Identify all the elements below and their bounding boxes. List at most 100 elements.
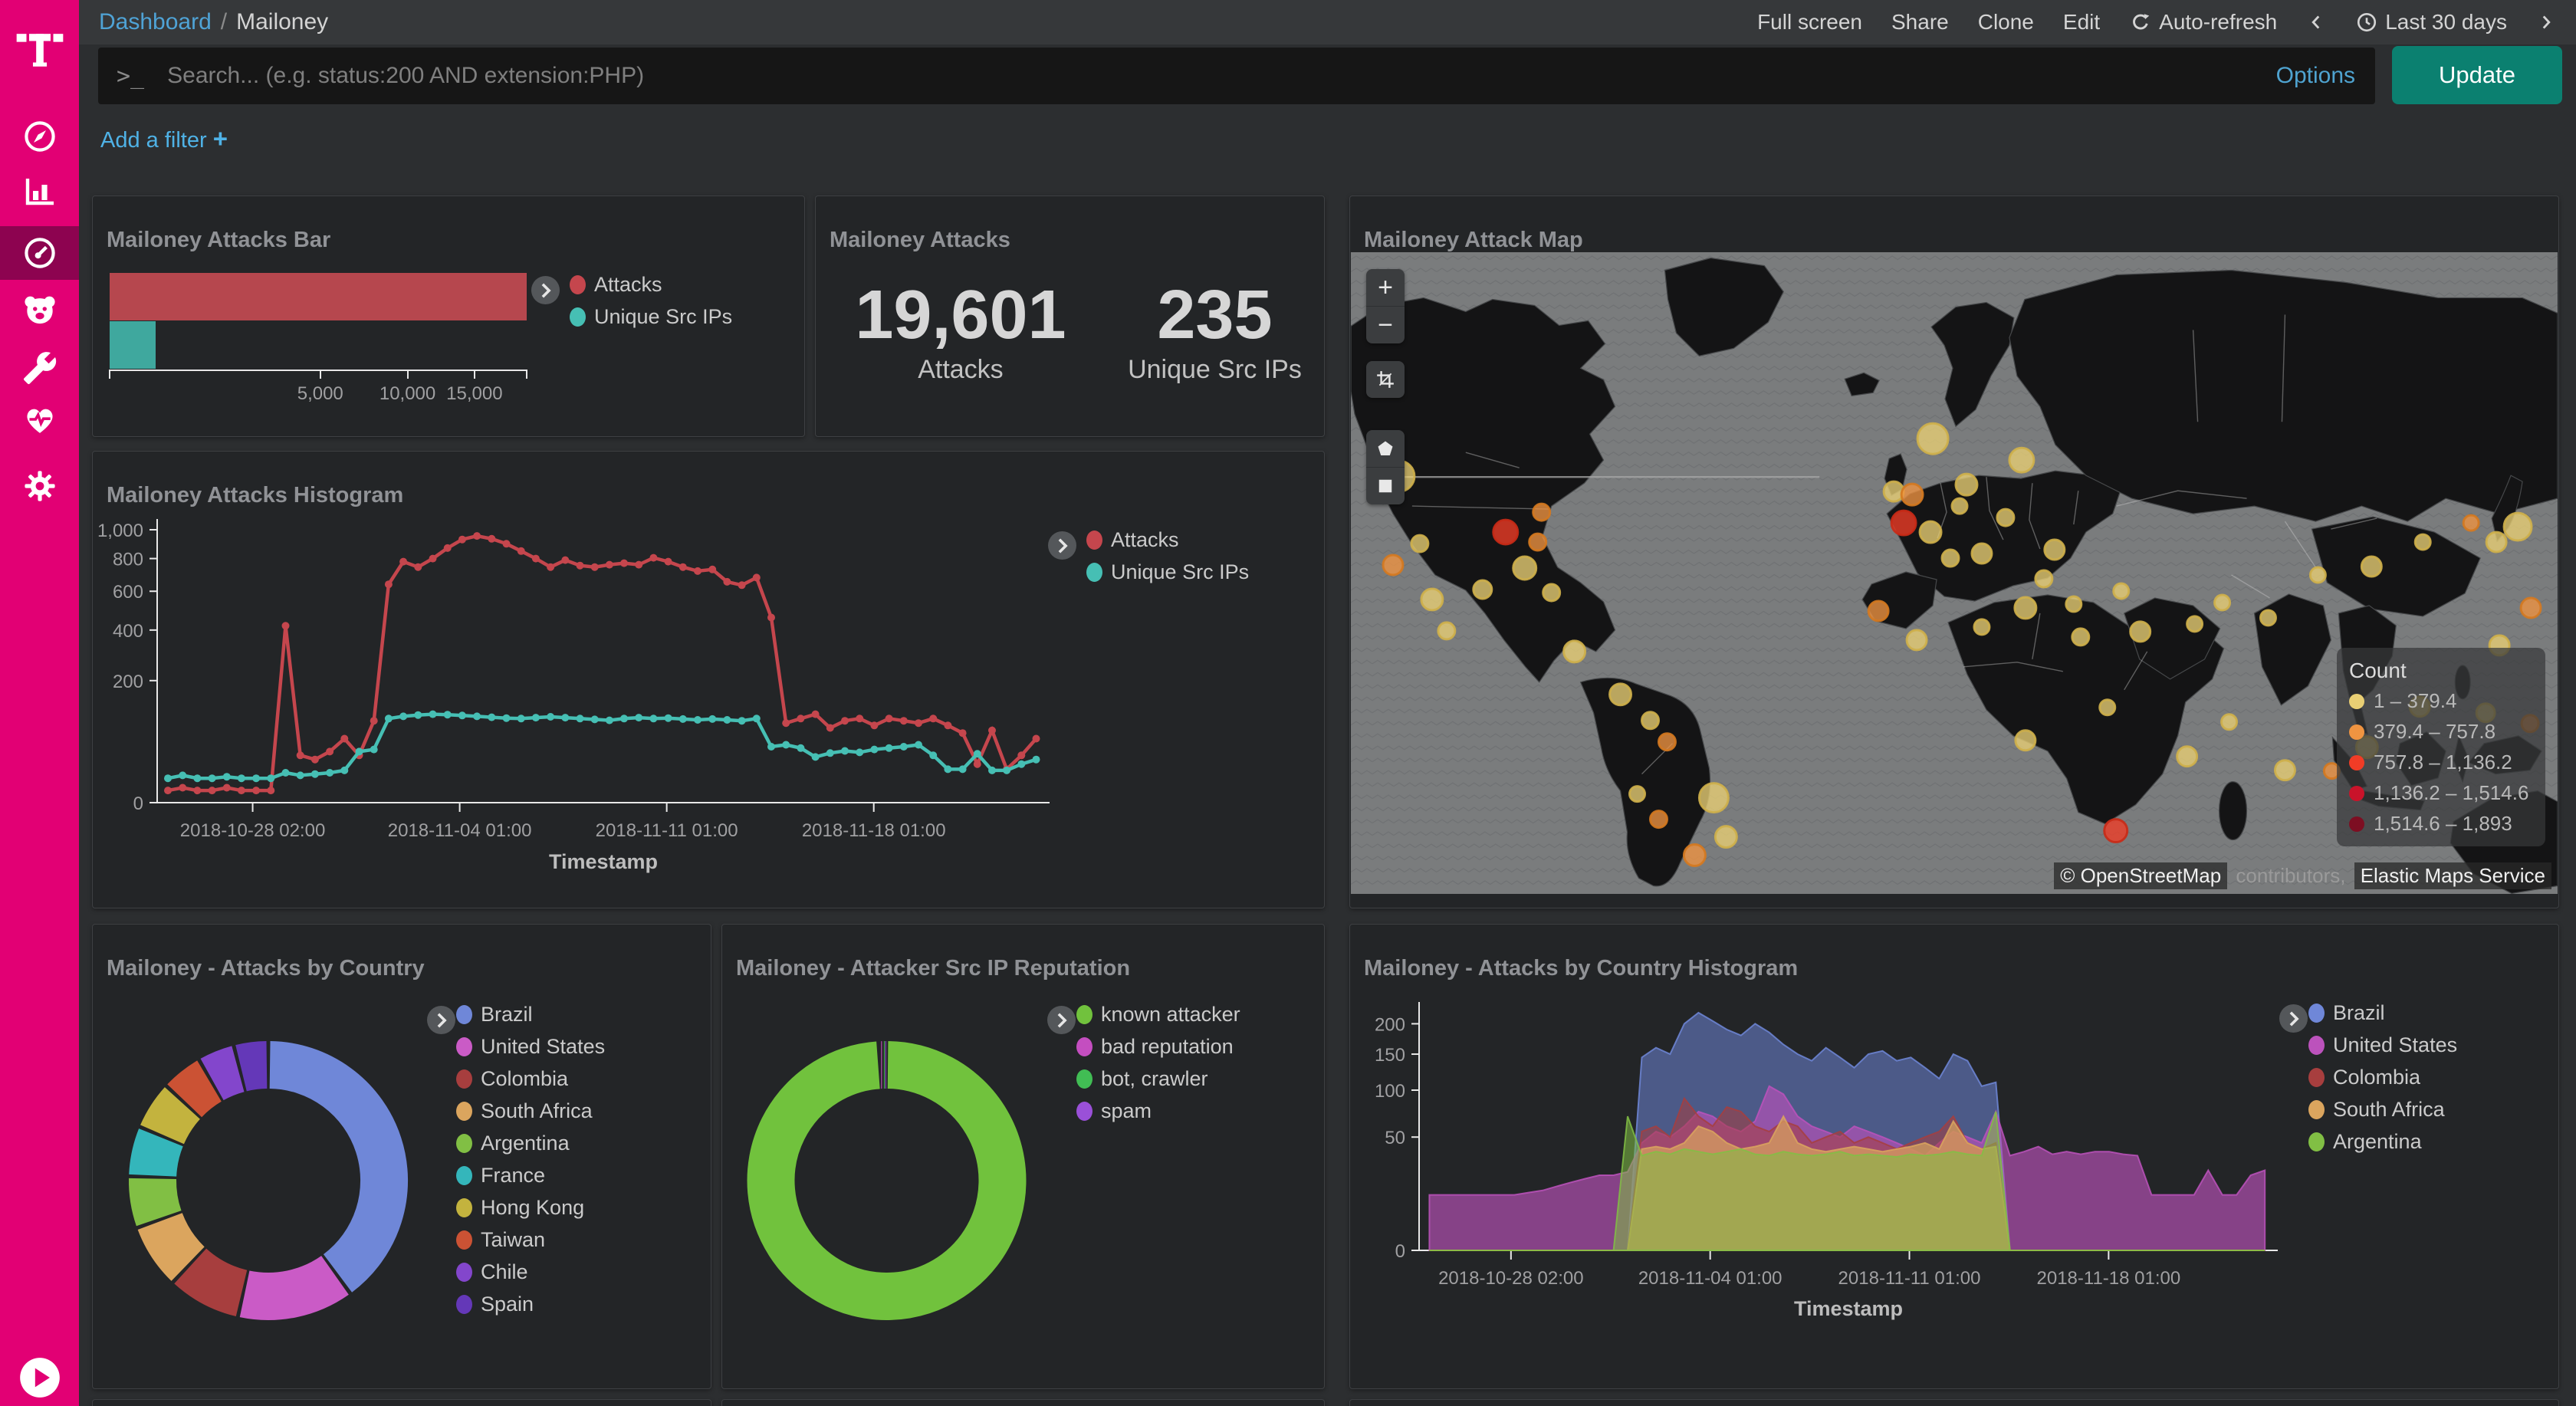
attack-circle[interactable] xyxy=(2486,532,2506,552)
legend-item-taiwan[interactable]: Taiwan xyxy=(456,1228,605,1252)
legend-expand-icon[interactable] xyxy=(2279,1004,2308,1033)
attack-circle[interactable] xyxy=(2187,616,2203,632)
attack-circle[interactable] xyxy=(1891,511,1916,535)
attack-circle[interactable] xyxy=(1715,826,1737,848)
zoom-out-button[interactable]: − xyxy=(1366,306,1405,343)
zoom-in-button[interactable]: + xyxy=(1366,269,1405,306)
slice-france[interactable] xyxy=(153,1138,161,1176)
attack-circle[interactable] xyxy=(1658,734,1675,751)
add-filter-button[interactable]: Add a filter + xyxy=(100,124,228,153)
slice-united-states[interactable] xyxy=(245,1275,335,1296)
bar-attacks[interactable] xyxy=(110,273,527,320)
telekom-logo[interactable] xyxy=(0,11,79,77)
attack-circle[interactable] xyxy=(1411,535,1428,552)
fullscreen-button[interactable]: Full screen xyxy=(1757,10,1862,34)
legend-item-known-attacker[interactable]: known attacker xyxy=(1076,1003,1240,1027)
legend-item-spain[interactable]: Spain xyxy=(456,1293,605,1316)
legend-item-brazil[interactable]: Brazil xyxy=(456,1003,605,1027)
attack-circle[interactable] xyxy=(1917,423,1948,454)
auto-refresh-button[interactable]: Auto-refresh xyxy=(2129,10,2277,34)
attack-circle[interactable] xyxy=(2521,598,2541,618)
attack-circle[interactable] xyxy=(1564,641,1585,662)
attack-circle[interactable] xyxy=(1421,589,1443,610)
attack-circle[interactable] xyxy=(2104,820,2128,843)
update-button[interactable]: Update xyxy=(2392,46,2562,104)
attack-circle[interactable] xyxy=(1952,498,1967,514)
attack-circle[interactable] xyxy=(1533,504,1550,521)
ems-attribution[interactable]: Elastic Maps Service xyxy=(2354,862,2551,889)
attack-circle[interactable] xyxy=(2463,515,2479,531)
sidebar-play-button[interactable] xyxy=(0,1351,79,1404)
attacks-histogram-chart[interactable]: 02004006008001,0002018-10-28 02:002018-1… xyxy=(93,452,1322,906)
src-ip-reputation-donut[interactable] xyxy=(722,925,1322,1387)
attack-circle[interactable] xyxy=(2100,700,2115,715)
attack-circle[interactable] xyxy=(1920,521,1941,543)
attack-circle[interactable] xyxy=(2310,567,2325,583)
attack-circle[interactable] xyxy=(1684,845,1705,866)
legend-item-unique-src-ips[interactable]: Unique Src IPs xyxy=(570,305,732,329)
attack-circle[interactable] xyxy=(2036,570,2052,587)
sidebar-item-monitoring[interactable] xyxy=(0,393,79,446)
attack-circle[interactable] xyxy=(2504,513,2532,540)
legend-item-brazil[interactable]: Brazil xyxy=(2308,1001,2457,1025)
slice-taiwan[interactable] xyxy=(185,1081,209,1101)
sidebar-item-visualize[interactable] xyxy=(0,164,79,218)
slice-south-africa[interactable] xyxy=(160,1221,188,1264)
legend-item-unique-src-ips[interactable]: Unique Src IPs xyxy=(1086,560,1249,584)
legend-item-colombia[interactable]: Colombia xyxy=(456,1067,605,1091)
attack-circle[interactable] xyxy=(1901,484,1923,505)
legend-item-attacks[interactable]: Attacks xyxy=(570,273,732,297)
attack-circle[interactable] xyxy=(2260,610,2275,626)
breadcrumb-dashboard-link[interactable]: Dashboard xyxy=(99,9,212,35)
legend-item-colombia[interactable]: Colombia xyxy=(2308,1066,2457,1089)
slice-spain[interactable] xyxy=(242,1065,267,1068)
slice-argentina[interactable] xyxy=(153,1178,159,1218)
attack-circle[interactable] xyxy=(1530,534,1546,550)
sidebar-item-management[interactable] xyxy=(0,459,79,513)
attack-circle[interactable] xyxy=(1699,783,1728,813)
attack-circle[interactable] xyxy=(2222,714,2237,730)
attack-circle[interactable] xyxy=(1474,580,1492,599)
attack-circle[interactable] xyxy=(2045,540,2065,560)
attack-circle[interactable] xyxy=(1493,520,1518,544)
legend-expand-icon[interactable] xyxy=(531,276,560,304)
sidebar-item-devtools[interactable] xyxy=(0,341,79,395)
attack-circle[interactable] xyxy=(2066,596,2082,612)
bar-unique-src-ips[interactable] xyxy=(110,321,156,369)
attack-circle[interactable] xyxy=(1642,712,1659,729)
attack-circle[interactable] xyxy=(1438,623,1455,639)
attack-circle[interactable] xyxy=(1942,550,1959,567)
legend-item-france[interactable]: France xyxy=(456,1164,605,1188)
attack-circle[interactable] xyxy=(1513,557,1536,580)
legend-expand-icon[interactable] xyxy=(1048,531,1076,560)
slice-colombia[interactable] xyxy=(190,1266,242,1293)
osm-attribution[interactable]: © OpenStreetMap xyxy=(2054,862,2227,889)
slice-chile[interactable] xyxy=(212,1069,238,1079)
legend-item-united-states[interactable]: United States xyxy=(2308,1033,2457,1057)
slice-brazil[interactable] xyxy=(270,1065,384,1273)
attacks-by-country-donut[interactable] xyxy=(93,925,709,1387)
legend-item-chile[interactable]: Chile xyxy=(456,1260,605,1284)
edit-button[interactable]: Edit xyxy=(2063,10,2100,34)
query-options-link[interactable]: Options xyxy=(2276,63,2375,89)
attack-circle[interactable] xyxy=(1972,544,1992,563)
attack-circle[interactable] xyxy=(1907,630,1927,650)
attack-circle[interactable] xyxy=(1974,619,1990,635)
attack-circle[interactable] xyxy=(2177,747,2197,767)
attack-circle[interactable] xyxy=(1543,584,1560,601)
attack-circle[interactable] xyxy=(2016,731,2036,751)
legend-item-argentina[interactable]: Argentina xyxy=(456,1132,605,1155)
attack-circle[interactable] xyxy=(1651,811,1668,828)
legend-item-spam[interactable]: spam xyxy=(1076,1099,1240,1123)
attack-circle[interactable] xyxy=(2009,448,2034,472)
legend-item-south-africa[interactable]: South Africa xyxy=(456,1099,605,1123)
legend-expand-icon[interactable] xyxy=(427,1006,455,1034)
legend-item-bad-reputation[interactable]: bad reputation xyxy=(1076,1035,1240,1059)
legend-item-united-states[interactable]: United States xyxy=(456,1035,605,1059)
attack-circle[interactable] xyxy=(2415,534,2430,550)
legend-item-hong-kong[interactable]: Hong Kong xyxy=(456,1196,605,1220)
attacks-bar-chart[interactable]: 5,00010,00015,000 xyxy=(110,273,527,371)
time-forward-button[interactable] xyxy=(2536,11,2556,34)
attack-circle[interactable] xyxy=(2215,595,2230,610)
attack-circle[interactable] xyxy=(2275,760,2295,780)
